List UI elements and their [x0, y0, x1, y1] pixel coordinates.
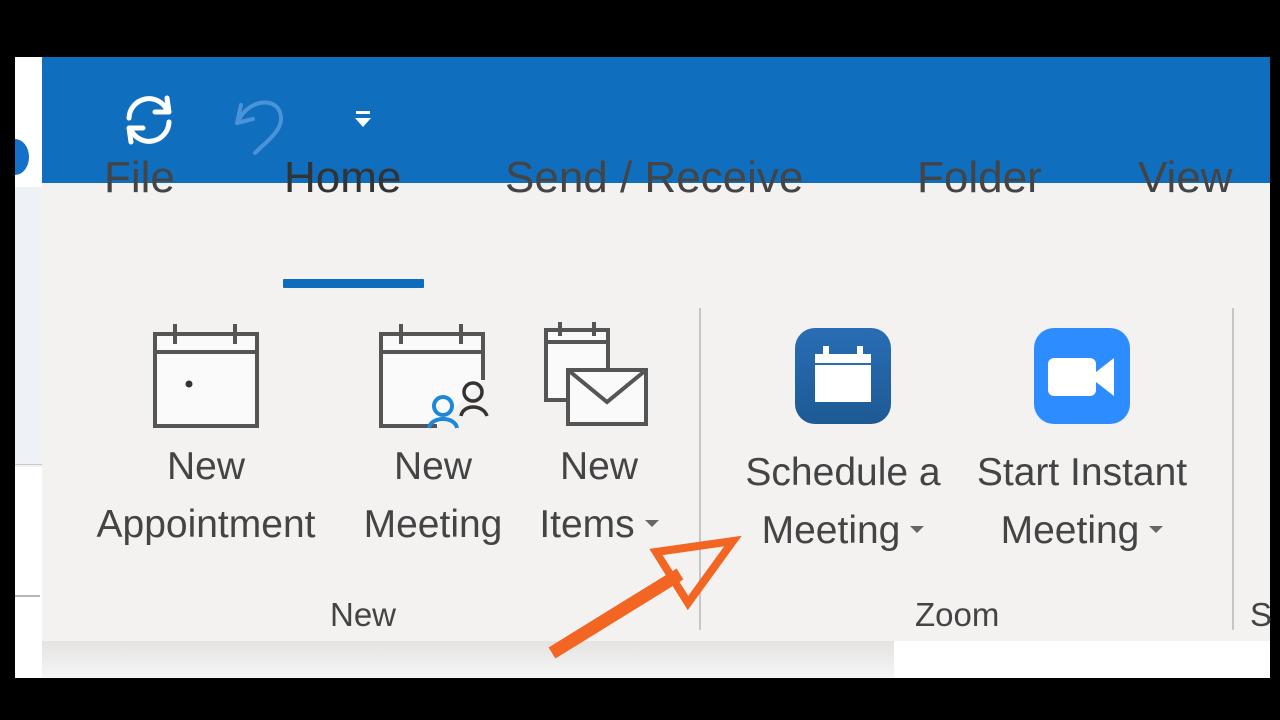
chevron-down-icon — [644, 520, 659, 528]
undo-icon — [235, 100, 283, 155]
start-instant-line1: Start Instant — [976, 451, 1188, 494]
chevron-down-icon — [910, 526, 925, 534]
new-appointment-button[interactable]: New Appointment — [70, 320, 342, 554]
new-items-button[interactable]: New Items — [524, 320, 674, 554]
sync-icon — [126, 95, 172, 145]
schedule-a-meeting-button[interactable]: Schedule a Meeting — [730, 328, 956, 560]
new-items-line1: New — [559, 445, 639, 488]
group-label-new: New — [330, 596, 397, 633]
account-indicator-icon — [15, 139, 29, 175]
customize-quick-access-icon — [355, 111, 371, 127]
zoom-video-icon — [1034, 328, 1130, 424]
start-instant-meeting-button[interactable]: Start Instant Meeting — [962, 328, 1202, 560]
new-items-icon — [544, 322, 648, 426]
group-label-partial: S — [1250, 596, 1273, 633]
active-tab-indicator — [283, 279, 424, 288]
calendar-meeting-icon — [379, 324, 489, 429]
group-separator — [699, 308, 701, 630]
new-items-line2: Items — [524, 496, 674, 554]
tab-home[interactable]: Home — [284, 156, 401, 200]
left-pane-edge — [15, 57, 42, 678]
chevron-down-icon — [1149, 526, 1164, 534]
tab-send-receive[interactable]: Send / Receive — [505, 156, 803, 200]
calendar-appointment-icon — [153, 324, 259, 428]
tab-view[interactable]: View — [1138, 156, 1233, 200]
start-instant-line2: Meeting — [962, 502, 1202, 560]
new-appointment-line1: New — [166, 445, 246, 488]
tab-folder[interactable]: Folder — [917, 156, 1042, 200]
schedule-meeting-line2: Meeting — [730, 502, 956, 560]
new-meeting-button[interactable]: New Meeting — [345, 320, 521, 554]
group-separator — [1232, 308, 1234, 630]
zoom-schedule-icon — [795, 328, 891, 424]
ribbon-bottom-edge — [42, 641, 1270, 678]
new-meeting-line1: New — [393, 445, 473, 488]
new-appointment-line2: Appointment — [96, 503, 316, 546]
new-meeting-line2: Meeting — [363, 503, 503, 546]
tab-file[interactable]: File — [104, 156, 175, 200]
schedule-meeting-line1: Schedule a — [745, 451, 941, 494]
group-label-zoom: Zoom — [915, 596, 1000, 633]
